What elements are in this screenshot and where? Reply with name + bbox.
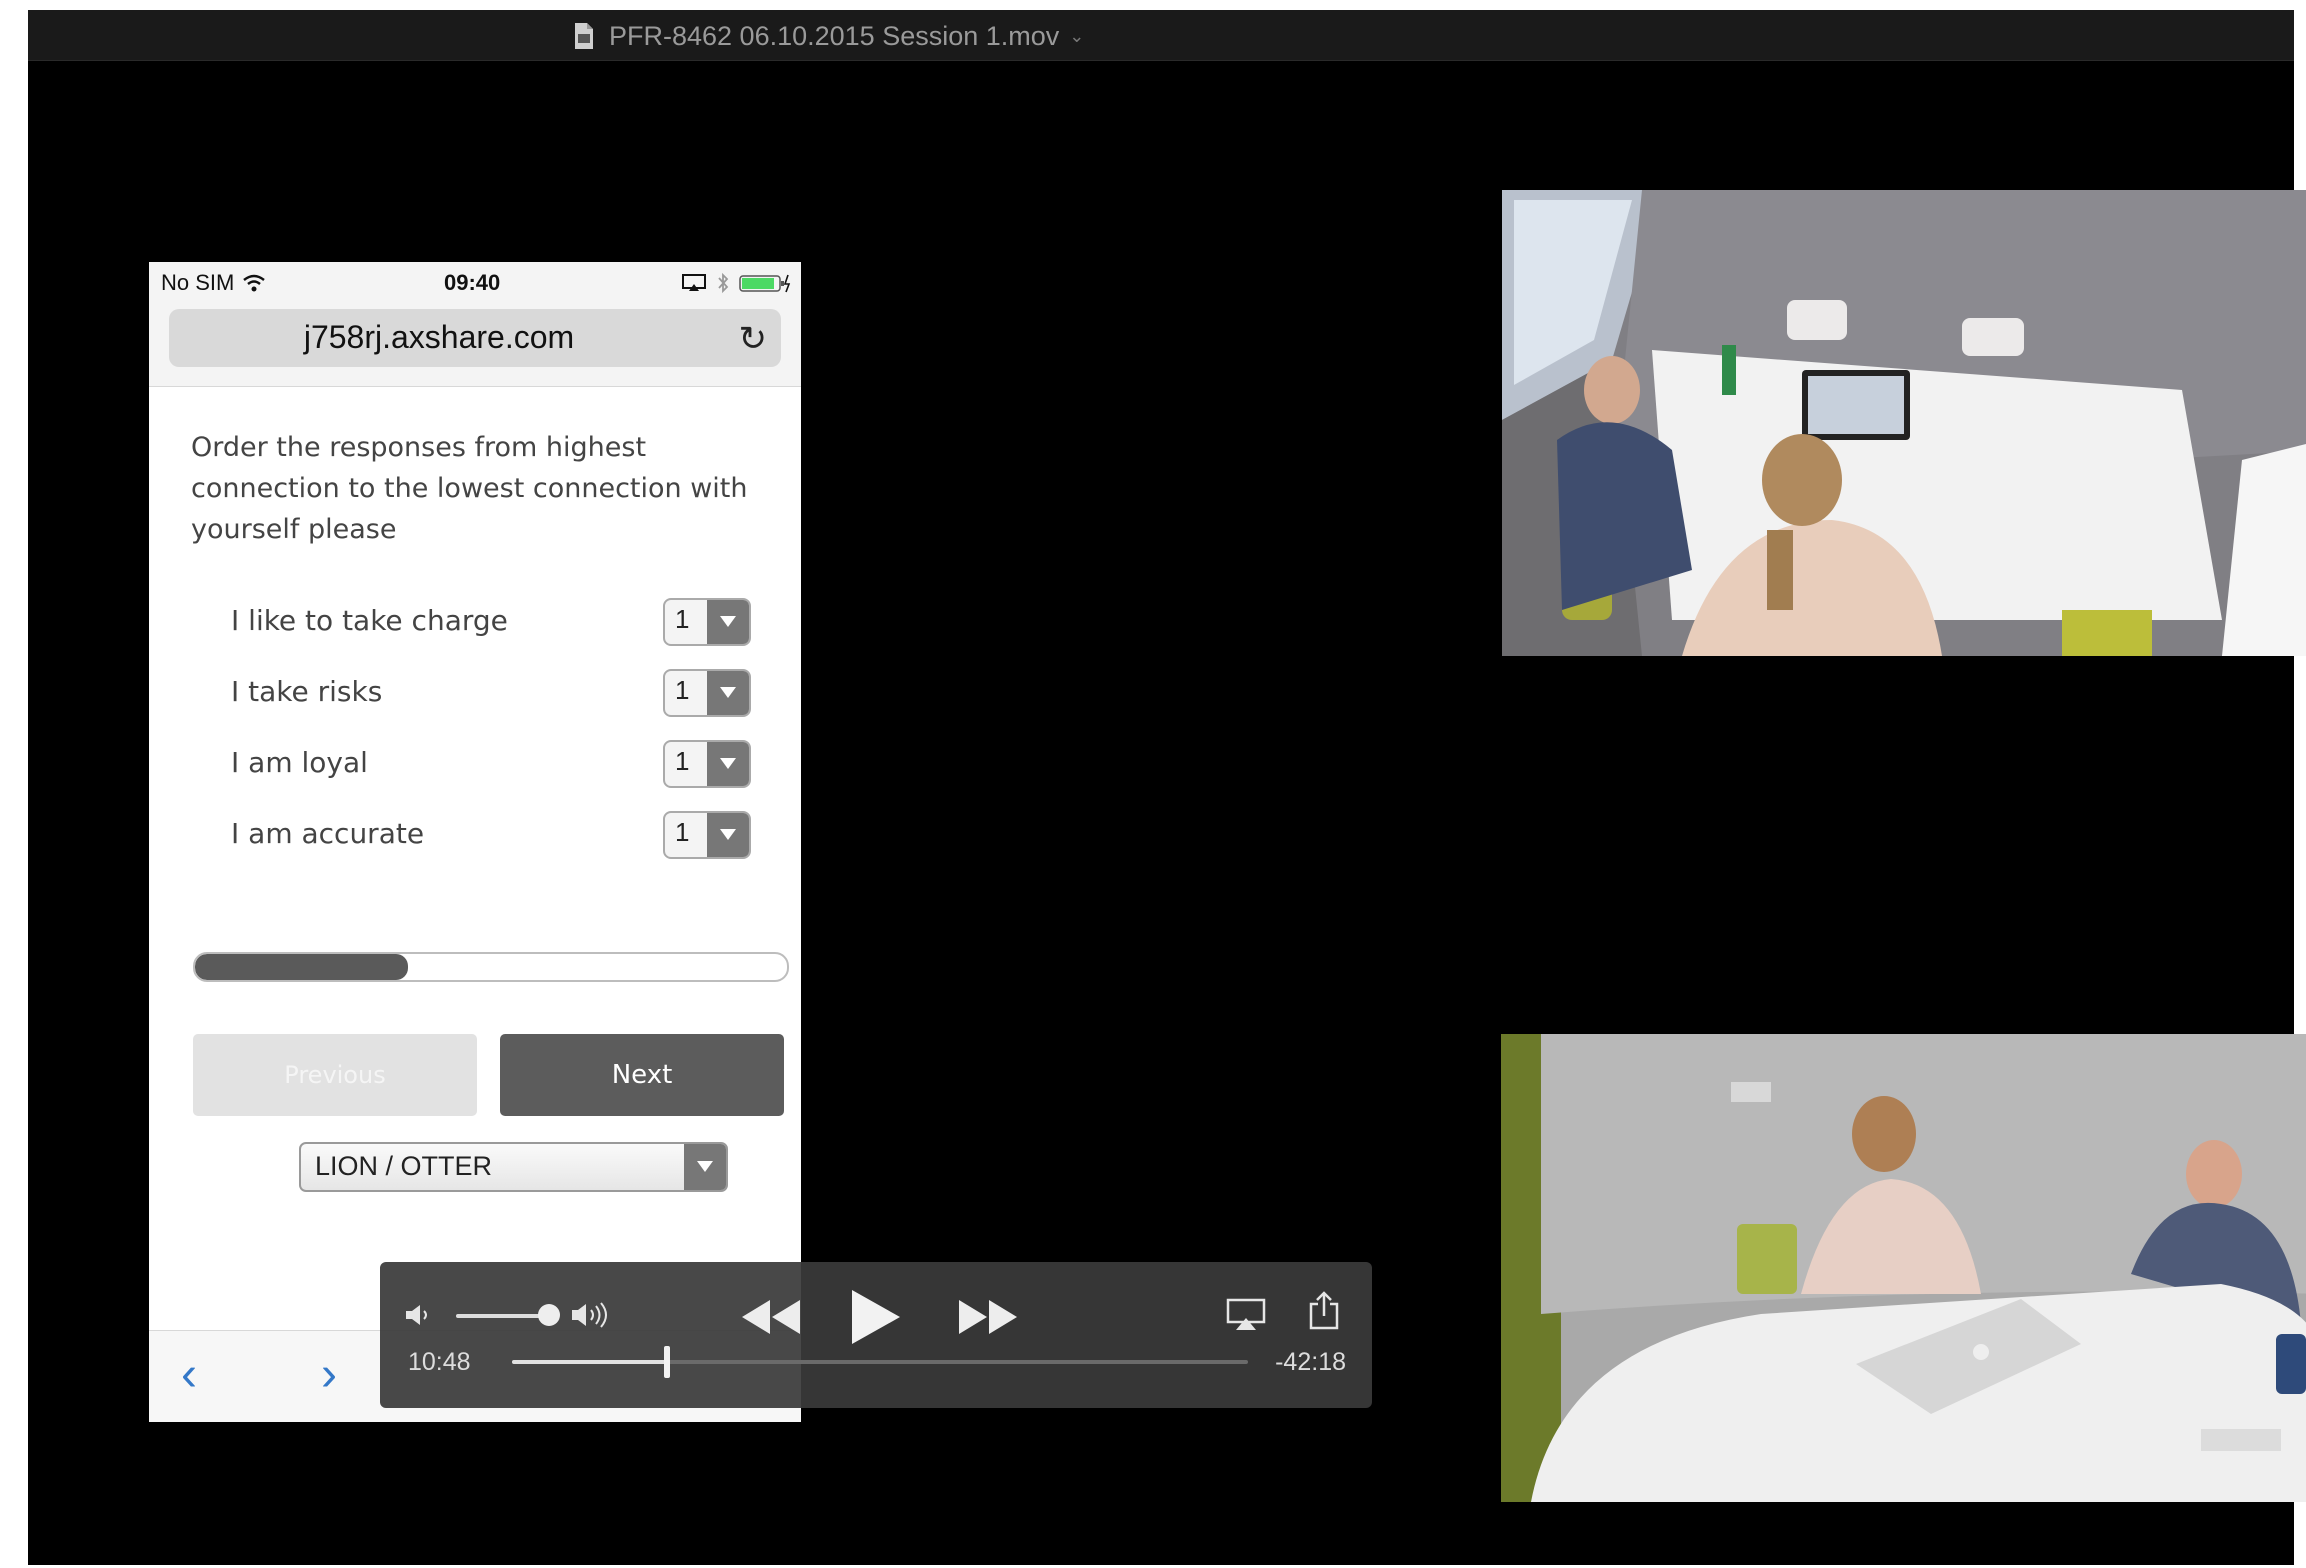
survey-progress-bar [193, 952, 789, 982]
camera-feed-top [1502, 190, 2306, 656]
wifi-icon [243, 274, 266, 292]
option-row: I am loyal 1 [231, 740, 771, 788]
dropdown-value: LION / OTTER [315, 1151, 493, 1181]
window-title[interactable]: PFR-8462 06.10.2015 Session 1.mov ⌄ [573, 20, 1084, 52]
play-icon[interactable] [848, 1288, 902, 1346]
chevron-left-icon[interactable]: ‹ [181, 1347, 197, 1402]
timeline-scrubber[interactable] [512, 1346, 1248, 1378]
rank-select[interactable]: 1 [663, 598, 751, 646]
rank-value: 1 [675, 675, 690, 705]
chevron-right-icon[interactable]: › [321, 1347, 337, 1402]
timeline-played [512, 1360, 667, 1364]
volume-knob[interactable] [538, 1304, 560, 1326]
playhead[interactable] [663, 1346, 670, 1378]
next-button[interactable]: Next [500, 1034, 784, 1116]
option-label: I like to take charge [231, 604, 508, 637]
volume-high-icon[interactable] [570, 1300, 622, 1330]
option-row: I take risks 1 [231, 669, 771, 717]
dropdown-arrow-icon [707, 600, 749, 644]
airplay-icon[interactable] [1226, 1298, 1266, 1332]
rank-select[interactable]: 1 [663, 669, 751, 717]
volume-slider[interactable] [456, 1314, 542, 1318]
meeting-room-image-bottom [1501, 1034, 2306, 1502]
progress-fill [195, 954, 409, 980]
status-bar: No SIM 09:40 [149, 262, 801, 304]
address-bar-area: j758rj.axshare.com ↻ [149, 304, 801, 387]
address-bar[interactable]: j758rj.axshare.com ↻ [169, 309, 781, 367]
carrier-label: No SIM [161, 270, 235, 295]
window-title-text: PFR-8462 06.10.2015 Session 1.mov [609, 20, 1060, 51]
elapsed-time: 10:48 [408, 1348, 471, 1376]
reload-icon[interactable]: ↻ [739, 319, 768, 359]
meeting-room-image-top [1502, 190, 2306, 656]
chevron-down-icon[interactable]: ⌄ [1069, 26, 1084, 47]
phone-screen: No SIM 09:40 j758rj.axshare.com ↻ Order … [149, 262, 801, 1422]
dropdown-arrow-icon [707, 813, 749, 857]
rank-value: 1 [675, 604, 690, 634]
title-bar: PFR-8462 06.10.2015 Session 1.mov ⌄ [28, 10, 2294, 61]
question-text: Order the responses from highest connect… [191, 432, 748, 545]
dropdown-arrow-icon [684, 1144, 726, 1190]
status-left: No SIM [161, 270, 266, 296]
url-text: j758rj.axshare.com [303, 319, 575, 355]
dropdown-arrow-icon [707, 742, 749, 786]
status-right [681, 272, 791, 294]
bluetooth-icon [718, 272, 729, 294]
camera-feed-bottom [1501, 1034, 2306, 1502]
share-icon[interactable] [1308, 1290, 1340, 1330]
rank-value: 1 [675, 746, 690, 776]
rank-select[interactable]: 1 [663, 740, 751, 788]
type-dropdown[interactable]: LION / OTTER [299, 1142, 728, 1192]
player-window: PFR-8462 06.10.2015 Session 1.mov ⌄ No S… [28, 10, 2306, 1565]
option-label: I take risks [231, 675, 383, 708]
status-time: 09:40 [444, 270, 501, 295]
remaining-time: -42:18 [1275, 1348, 1346, 1376]
rewind-icon[interactable] [740, 1298, 802, 1336]
rank-select[interactable]: 1 [663, 811, 751, 859]
option-row: I like to take charge 1 [231, 598, 771, 646]
screen-mirror-icon [682, 274, 706, 291]
fast-forward-icon[interactable] [957, 1298, 1019, 1336]
option-label: I am accurate [231, 817, 425, 850]
document-icon [575, 23, 593, 49]
previous-button[interactable]: Previous [193, 1034, 477, 1116]
volume-low-icon[interactable] [404, 1302, 434, 1328]
rank-value: 1 [675, 817, 690, 847]
battery-icon [739, 274, 791, 293]
option-label: I am loyal [231, 746, 368, 779]
dropdown-arrow-icon [707, 671, 749, 715]
option-row: I am accurate 1 [231, 811, 771, 859]
playback-controls: 10:48 -42:18 [380, 1262, 1372, 1408]
